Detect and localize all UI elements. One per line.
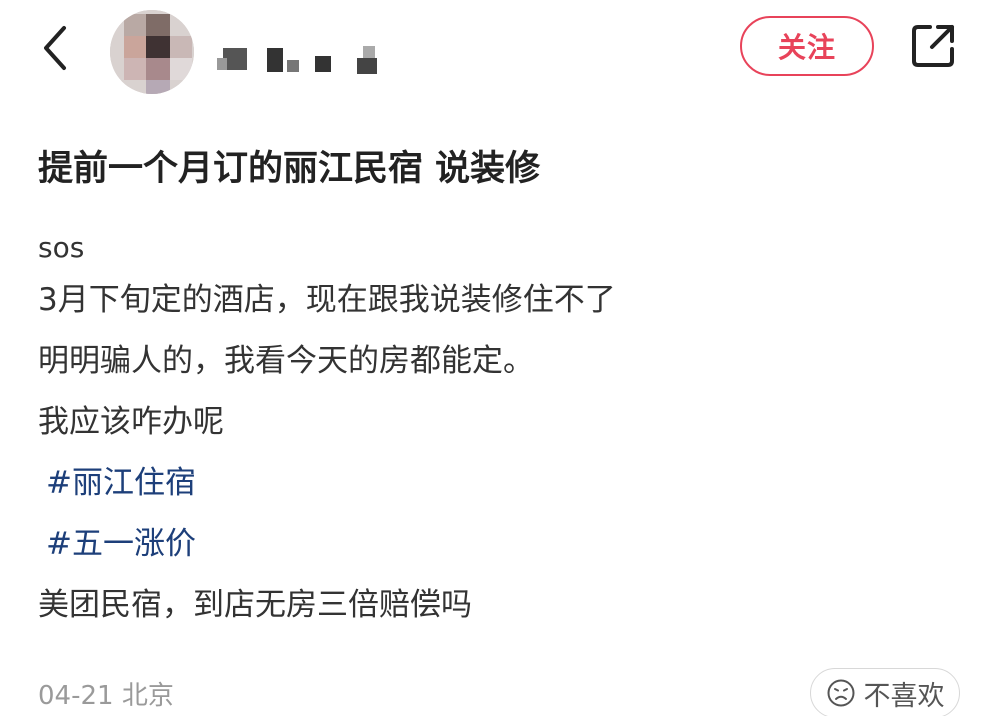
back-button[interactable]	[30, 18, 80, 78]
chevron-left-icon	[44, 26, 66, 70]
hashtag-line: #五一涨价	[38, 520, 958, 581]
share-button[interactable]	[905, 18, 961, 74]
hashtag-line: #丽江住宿	[38, 459, 958, 520]
username-obscured	[215, 40, 415, 80]
post-date-location: 04-21 北京	[38, 681, 174, 711]
dislike-label: 不喜欢	[863, 680, 945, 712]
body-line: 美团民宿，到店无房三倍赔偿吗	[38, 587, 472, 623]
frown-face-icon	[827, 679, 854, 707]
post-header: 关注	[0, 0, 1000, 100]
post-title: 提前一个月订的丽江民宿 说装修	[38, 149, 541, 189]
post-body: sos 3月下旬定的酒店，现在跟我说装修住不了 明明骗人的，我看今天的房都能定。…	[38, 224, 958, 642]
hashtag-link[interactable]: #丽江住宿	[38, 465, 196, 501]
dislike-button[interactable]: 不喜欢	[810, 668, 960, 716]
body-line: 我应该咋办呢	[38, 404, 224, 440]
avatar[interactable]	[110, 10, 194, 94]
share-external-icon	[912, 25, 954, 67]
body-line: sos	[38, 231, 85, 264]
post-page: 关注 提前一个月订的丽江民宿 说装修 sos 3月下旬定的酒店，现在跟我说装修住…	[0, 0, 1000, 716]
hashtag-link[interactable]: #五一涨价	[38, 526, 196, 562]
follow-button[interactable]: 关注	[740, 16, 874, 76]
body-line: 明明骗人的，我看今天的房都能定。	[38, 343, 534, 379]
body-line: 3月下旬定的酒店，现在跟我说装修住不了	[38, 282, 616, 318]
